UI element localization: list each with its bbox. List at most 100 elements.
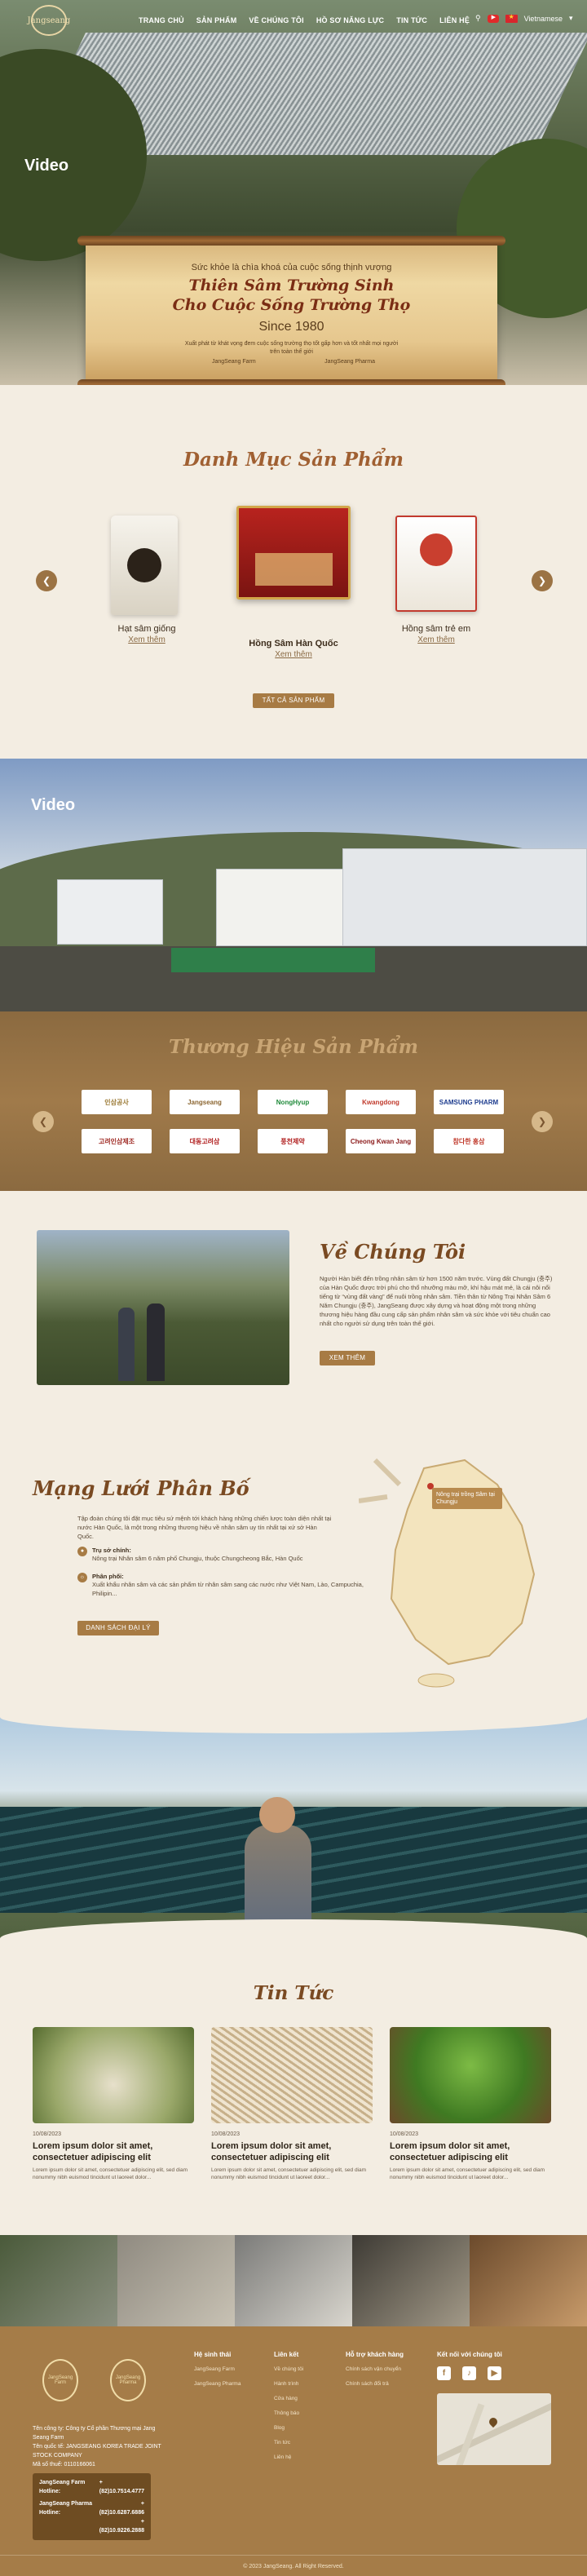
brand-logo[interactable]: 풍천제약	[258, 1129, 328, 1153]
footer-col-links: Liên kết Về chúng tôi Hành trình Cửa hàn…	[274, 2351, 303, 2469]
photo-strip	[0, 2235, 587, 2326]
footer-col-social: Kết nối với chúng tôi f ♪ ▶	[437, 2351, 551, 2465]
footer-col-title: Hệ sinh thái	[194, 2351, 232, 2358]
products-prev-arrow-icon[interactable]: ❮	[36, 570, 57, 591]
product-red-ginseng-more-link[interactable]: Xem thêm	[228, 650, 359, 659]
nav-item-about[interactable]: VỀ CHÚNG TÔI	[249, 16, 303, 24]
navigation-bar: Jangseang TRANG CHỦ SẢN PHẨM VỀ CHÚNG TÔ…	[0, 0, 587, 41]
footer-link[interactable]: JangSeang Farm	[194, 2366, 241, 2372]
news-image[interactable]	[33, 2027, 194, 2123]
footer-link[interactable]: JangSeang Pharma	[194, 2381, 241, 2387]
wave-divider	[0, 1919, 587, 1958]
distribution-block: ☼ Phân phối: Xuất khẩu nhân sâm và các s…	[77, 1573, 371, 1598]
factory-building	[216, 869, 355, 946]
footer-col-support: Hỗ trợ khách hàng Chính sách vận chuyển …	[346, 2351, 404, 2396]
brand-logo[interactable]: Jangseang	[28, 5, 70, 36]
brand-logo[interactable]: NongHyup	[258, 1090, 328, 1114]
hero-subtitle: Sức khỏe là chìa khoá của cuộc sống thịn…	[191, 263, 392, 272]
factory-video-label[interactable]: Video	[31, 796, 75, 815]
all-products-button[interactable]: TẤT CẢ SẢN PHẨM	[253, 693, 334, 708]
hotline-farm[interactable]: +(82)10.7514.4777	[99, 2478, 144, 2496]
products-next-arrow-icon[interactable]: ❯	[532, 570, 553, 591]
map-pin-icon	[487, 2415, 500, 2428]
news-card[interactable]: 10/08/2023 Lorem ipsum dolor sit amet, c…	[211, 2027, 373, 2181]
language-selector[interactable]: Vietnamese	[524, 15, 563, 23]
chevron-down-icon[interactable]: ▾	[569, 14, 573, 23]
scroll-rod	[77, 236, 505, 246]
facebook-icon[interactable]: f	[437, 2366, 451, 2380]
brand-logo[interactable]: Cheong Kwan Jang	[346, 1129, 416, 1153]
footer-link[interactable]: Cửa hàng	[274, 2396, 303, 2401]
nav-item-contact[interactable]: LIÊN HỆ	[439, 16, 470, 24]
nav-item-news[interactable]: TIN TỨC	[396, 16, 427, 24]
footer-link[interactable]: Chính sách đổi trả	[346, 2381, 404, 2387]
footer-link[interactable]: Chính sách vận chuyển	[346, 2366, 404, 2372]
brands-prev-arrow-icon[interactable]: ❮	[33, 1111, 54, 1132]
brands-heading: Thương Hiệu Sản Phẩm	[168, 1036, 419, 1058]
search-icon[interactable]: ⚲	[475, 14, 481, 23]
footer-link[interactable]: Hành trình	[274, 2381, 303, 2387]
news-date: 10/08/2023	[33, 2131, 62, 2137]
map-label: Nông trại trồng Sâm tại Chungju	[432, 1488, 502, 1509]
footer-link[interactable]: Thông báo	[274, 2410, 303, 2416]
hotline-pharma[interactable]: +(82)10.6287.6886 +(82)10.9226.2888	[99, 2499, 144, 2535]
gallery-photo	[470, 2235, 587, 2326]
brand-logo[interactable]: 인삼공사	[82, 1090, 152, 1114]
product-image-kids-ginseng[interactable]	[395, 516, 477, 612]
youtube-icon[interactable]: ▶	[487, 14, 499, 23]
brand-logo[interactable]: 대동고려삼	[170, 1129, 240, 1153]
news-title[interactable]: Lorem ipsum dolor sit amet, consectetuer…	[33, 2140, 194, 2163]
hero-video-label[interactable]: Video	[24, 157, 68, 175]
news-section: Tin Tức 10/08/2023 Lorem ipsum dolor sit…	[0, 1958, 587, 2235]
news-title[interactable]: Lorem ipsum dolor sit amet, consectetuer…	[390, 2140, 551, 2163]
product-image-red-ginseng[interactable]	[236, 506, 351, 600]
news-title[interactable]: Lorem ipsum dolor sit amet, consectetuer…	[211, 2140, 373, 2163]
news-card[interactable]: 10/08/2023 Lorem ipsum dolor sit amet, c…	[33, 2027, 194, 2181]
news-image[interactable]	[390, 2027, 551, 2123]
factory-green-roof	[171, 948, 375, 972]
brand-logo[interactable]: Jangseang	[170, 1090, 240, 1114]
factory-video-section: Video	[0, 759, 587, 1011]
brand-logo[interactable]: SAMSUNG PHARM	[434, 1090, 504, 1114]
footer-col-title: Hỗ trợ khách hàng	[346, 2351, 404, 2358]
farm-link[interactable]: JangSeang Farm	[212, 359, 256, 365]
farm-logo[interactable]: JangSeang Farm	[42, 2359, 78, 2401]
pharma-logo[interactable]: JangSeang Pharma	[110, 2359, 146, 2401]
headquarter-text: Nông trại Nhân sâm 6 năm phố Chungju, th…	[92, 1555, 303, 1562]
footer-link[interactable]: Về chúng tôi	[274, 2366, 303, 2372]
farmer-banner	[0, 1701, 587, 1958]
footer-map[interactable]	[437, 2393, 551, 2465]
brand-logo[interactable]: Kwangdong	[346, 1090, 416, 1114]
nav-item-home[interactable]: TRANG CHỦ	[139, 16, 184, 24]
dealer-list-button[interactable]: DANH SÁCH ĐẠI LÝ	[77, 1621, 159, 1635]
news-image[interactable]	[211, 2027, 373, 2123]
brand-logo[interactable]: 고려인삼제조	[82, 1129, 152, 1153]
nav-tools: ⚲ ▶ Vietnamese ▾	[475, 13, 573, 23]
product-kids-ginseng-more-link[interactable]: Xem thêm	[387, 635, 485, 644]
product-seeds: Hạt sâm giống Xem thêm	[98, 624, 196, 644]
wave-divider	[0, 1701, 587, 1733]
brand-logo[interactable]: 참다한 홍삼	[434, 1129, 504, 1153]
distribution-text: Xuất khẩu nhân sâm và các sản phẩm từ nh…	[92, 1581, 364, 1597]
news-card[interactable]: 10/08/2023 Lorem ipsum dolor sit amet, c…	[390, 2027, 551, 2181]
nav-item-profile[interactable]: HỒ SƠ NĂNG LỰC	[316, 16, 384, 24]
about-text: Người Hàn biết đến trồng nhân sâm từ hơn…	[320, 1275, 553, 1327]
news-date: 10/08/2023	[211, 2131, 241, 2137]
product-seeds-more-link[interactable]: Xem thêm	[98, 635, 196, 644]
nav-item-products[interactable]: SẢN PHẨM	[196, 16, 237, 24]
footer-link[interactable]: Blog	[274, 2425, 303, 2431]
tax-code: Mã số thuế: 0110166061	[33, 2462, 95, 2468]
brands-next-arrow-icon[interactable]: ❯	[532, 1111, 553, 1132]
product-image-seeds[interactable]	[111, 516, 178, 615]
hero-section: Jangseang TRANG CHỦ SẢN PHẨM VỀ CHÚNG TÔ…	[0, 0, 587, 385]
footer-link[interactable]: Tin tức	[274, 2440, 303, 2445]
footer-link[interactable]: Liên hệ	[274, 2454, 303, 2460]
footer-col-title: Liên kết	[274, 2351, 299, 2358]
tiktok-icon[interactable]: ♪	[462, 2366, 476, 2380]
copyright: © 2023 JangSeang. All Right Reserved.	[0, 2555, 587, 2569]
about-more-button[interactable]: XEM THÊM	[320, 1351, 375, 1365]
pharma-link[interactable]: JangSeang Pharma	[324, 359, 375, 365]
youtube-icon[interactable]: ▶	[488, 2366, 501, 2380]
products-heading: Danh Mục Sản Phẩm	[183, 449, 404, 471]
scroll-rod	[77, 379, 505, 385]
